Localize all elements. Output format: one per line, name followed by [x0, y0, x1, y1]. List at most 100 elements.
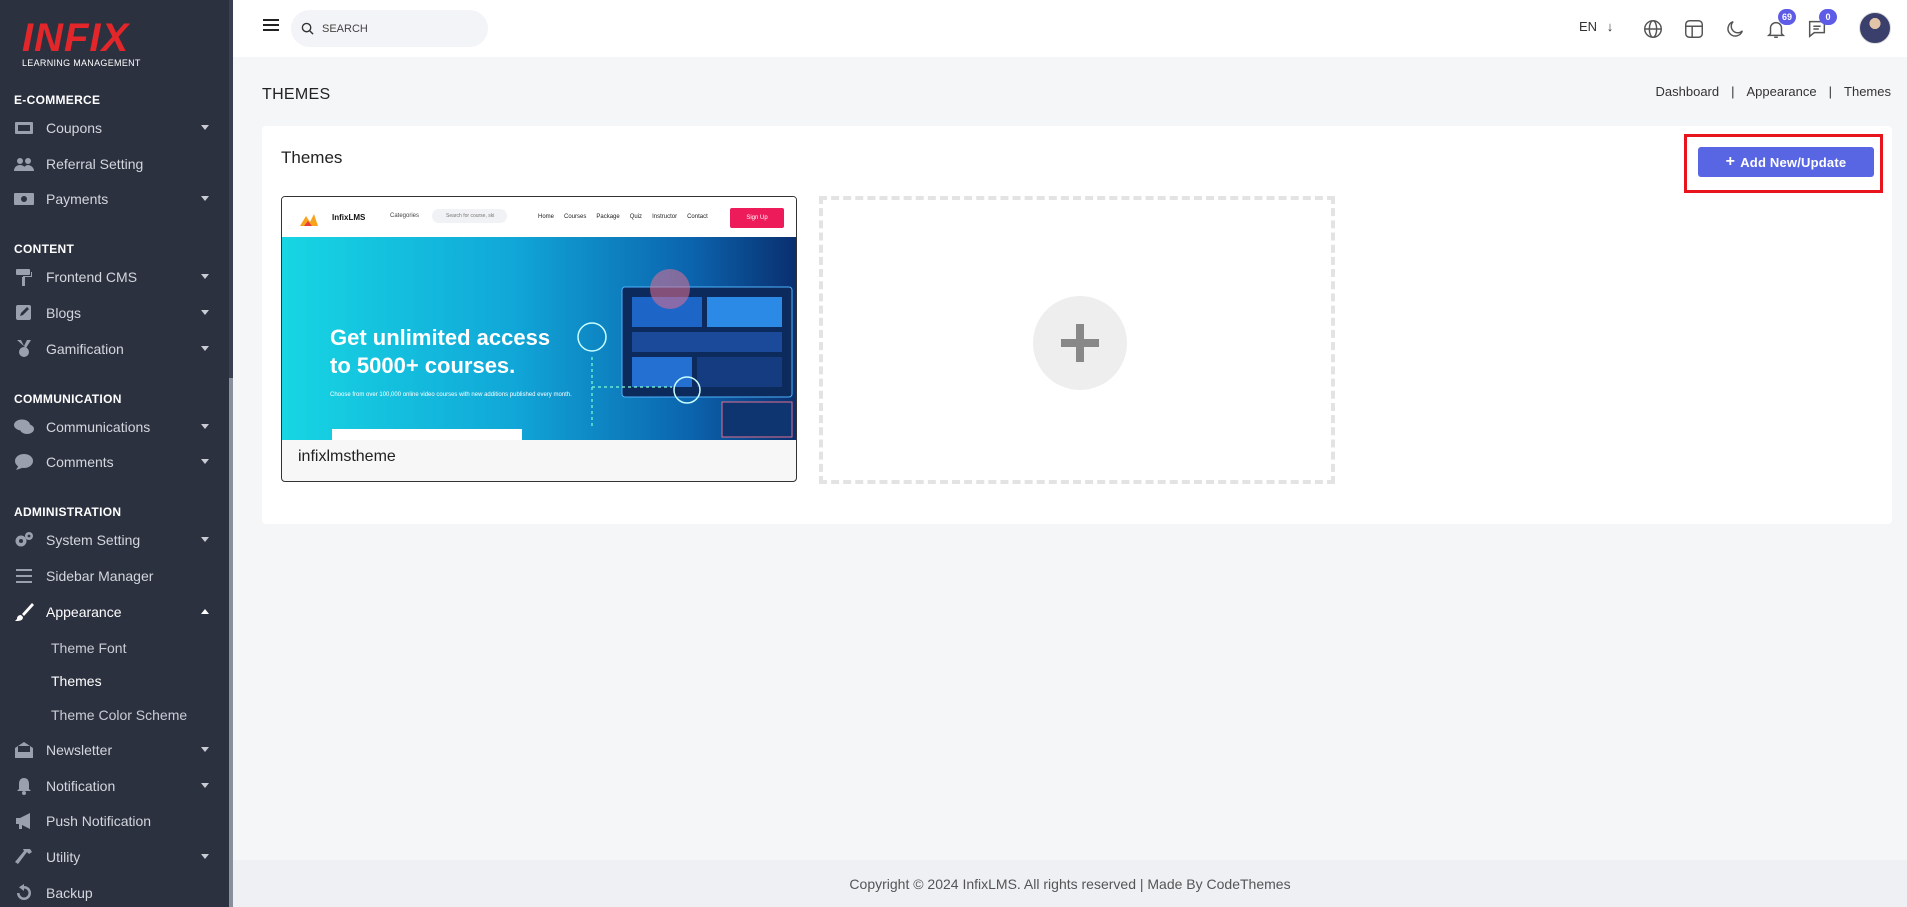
preview-nav: Home Courses Package Quiz Instructor Con…: [538, 214, 708, 220]
sidebar-item-label: Newsletter: [46, 742, 113, 758]
sidebar-subitem-theme-color-scheme[interactable]: Theme Color Scheme: [51, 707, 187, 723]
sidebar-item-comments[interactable]: Comments: [0, 446, 229, 478]
bell-icon[interactable]: 69: [1764, 9, 1796, 41]
preview-headline-1: Get unlimited access: [330, 325, 551, 350]
theme-card[interactable]: InfixLMS Categories Search for course, s…: [281, 196, 797, 482]
chevron-down-icon: [201, 424, 209, 429]
paint-brush-icon: [12, 603, 36, 621]
sidebar-subitem-themes[interactable]: Themes: [51, 673, 102, 689]
sidebar-item-blogs[interactable]: Blogs: [0, 297, 229, 329]
preview-subtext: Choose from over 100,000 online video co…: [330, 392, 572, 398]
theme-preview-image: InfixLMS Categories Search for course, s…: [282, 197, 796, 440]
preview-nav-item: Instructor: [652, 214, 678, 220]
envelope-open-icon: [12, 741, 36, 759]
sidebar-item-communications[interactable]: Communications: [0, 411, 229, 443]
logo[interactable]: INFIX LEARNING MANAGEMENT: [22, 18, 141, 68]
preview-brand: InfixLMS: [332, 213, 366, 222]
sidebar-item-system-setting[interactable]: System Setting: [0, 524, 229, 556]
sidebar-item-appearance[interactable]: Appearance: [0, 596, 229, 628]
sidebar-item-label: Communications: [46, 419, 151, 435]
sidebar-item-frontend-cms[interactable]: Frontend CMS: [0, 261, 229, 293]
sidebar-item-label: Notification: [46, 778, 116, 794]
sidebar-item-label: Push Notification: [46, 813, 152, 829]
sidebar: INFIX LEARNING MANAGEMENT E-COMMERCE Cou…: [0, 0, 233, 907]
preview-signup: Sign Up: [730, 208, 784, 228]
arrow-down-icon: ↓: [1606, 19, 1614, 34]
sidebar-item-backup[interactable]: Backup: [0, 877, 229, 907]
breadcrumb: Dashboard | Appearance | Themes: [1656, 84, 1891, 99]
sidebar-item-label: Utility: [46, 849, 81, 865]
section-title-communication: COMMUNICATION: [14, 392, 122, 406]
edit-icon: [12, 304, 36, 322]
menu-toggle-icon[interactable]: [263, 19, 279, 33]
sidebar-item-label: Frontend CMS: [46, 269, 138, 285]
preview-nav-item: Courses: [564, 214, 587, 220]
undo-icon: [12, 884, 36, 902]
chevron-down-icon: [201, 125, 209, 130]
preview-search: Search for course, ski: [432, 209, 507, 223]
add-new-update-button[interactable]: + Add New/Update: [1698, 147, 1874, 177]
bars-icon: [12, 567, 36, 585]
search-input[interactable]: [322, 22, 482, 35]
layout-icon[interactable]: [1682, 17, 1706, 41]
chevron-down-icon: [201, 747, 209, 752]
chevron-down-icon: [201, 783, 209, 788]
notification-count-badge: 69: [1778, 9, 1796, 25]
breadcrumb-separator: |: [1828, 84, 1833, 99]
language-selector[interactable]: EN ↓: [1579, 19, 1613, 34]
avatar[interactable]: [1859, 12, 1891, 44]
message-icon[interactable]: 0: [1805, 9, 1837, 41]
sidebar-scrollbar[interactable]: [229, 0, 233, 907]
bell-icon: [12, 777, 36, 795]
comment-icon: [12, 453, 36, 471]
hammer-icon: [12, 848, 36, 866]
coupon-icon: [12, 119, 36, 137]
breadcrumb-dashboard[interactable]: Dashboard: [1656, 84, 1720, 99]
sidebar-item-newsletter[interactable]: Newsletter: [0, 734, 229, 766]
section-title-content: CONTENT: [14, 242, 75, 256]
chevron-down-icon: [201, 346, 209, 351]
chevron-down-icon: [201, 274, 209, 279]
page-title: THEMES: [262, 86, 331, 103]
preview-categories: Categories: [390, 213, 420, 219]
breadcrumb-separator: |: [1731, 84, 1735, 99]
sidebar-item-coupons[interactable]: Coupons: [0, 112, 229, 144]
sidebar-item-sidebar-manager[interactable]: Sidebar Manager: [0, 560, 229, 592]
sidebar-item-utility[interactable]: Utility: [0, 841, 229, 873]
plus-icon: [1061, 324, 1099, 362]
globe-icon[interactable]: [1641, 17, 1665, 41]
chevron-down-icon: [201, 196, 209, 201]
preview-headline-2: to 5000+ courses.: [330, 353, 516, 378]
chevron-down-icon: [201, 310, 209, 315]
sidebar-scrollbar-thumb[interactable]: [229, 378, 233, 907]
sidebar-item-gamification[interactable]: Gamification: [0, 333, 229, 365]
chevron-down-icon: [201, 537, 209, 542]
message-count-badge: 0: [1819, 9, 1837, 25]
chat-icon: [12, 418, 36, 436]
sidebar-item-label: Backup: [46, 885, 93, 901]
sidebar-item-label: Appearance: [46, 604, 122, 620]
moon-icon[interactable]: [1723, 17, 1747, 41]
sidebar-item-label: Referral Setting: [46, 156, 144, 172]
breadcrumb-appearance[interactable]: Appearance: [1747, 84, 1817, 99]
sidebar-item-label: Blogs: [46, 305, 82, 321]
sidebar-item-label: Coupons: [46, 120, 103, 136]
preview-nav-item: Home: [538, 214, 555, 220]
theme-name: infixlmstheme: [298, 448, 396, 465]
search-box[interactable]: [291, 10, 488, 47]
sidebar-subitem-theme-font[interactable]: Theme Font: [51, 640, 126, 656]
logo-subtitle: LEARNING MANAGEMENT: [22, 58, 141, 68]
sidebar-item-notification[interactable]: Notification: [0, 770, 229, 802]
add-theme-tile[interactable]: [819, 196, 1335, 484]
language-code: EN: [1579, 19, 1598, 34]
sidebar-item-push-notification[interactable]: Push Notification: [0, 805, 229, 837]
sidebar-item-referral-setting[interactable]: Referral Setting: [0, 148, 229, 180]
add-theme-button[interactable]: [1033, 296, 1127, 390]
section-title-administration: ADMINISTRATION: [14, 505, 122, 519]
plus-icon: +: [1725, 153, 1736, 170]
top-bar: EN ↓ 69 0: [233, 0, 1907, 57]
sidebar-item-payments[interactable]: Payments: [0, 183, 229, 215]
add-button-label: Add New/Update: [1740, 154, 1847, 170]
sidebar-item-label: Sidebar Manager: [46, 568, 154, 584]
megaphone-icon: [12, 812, 36, 830]
